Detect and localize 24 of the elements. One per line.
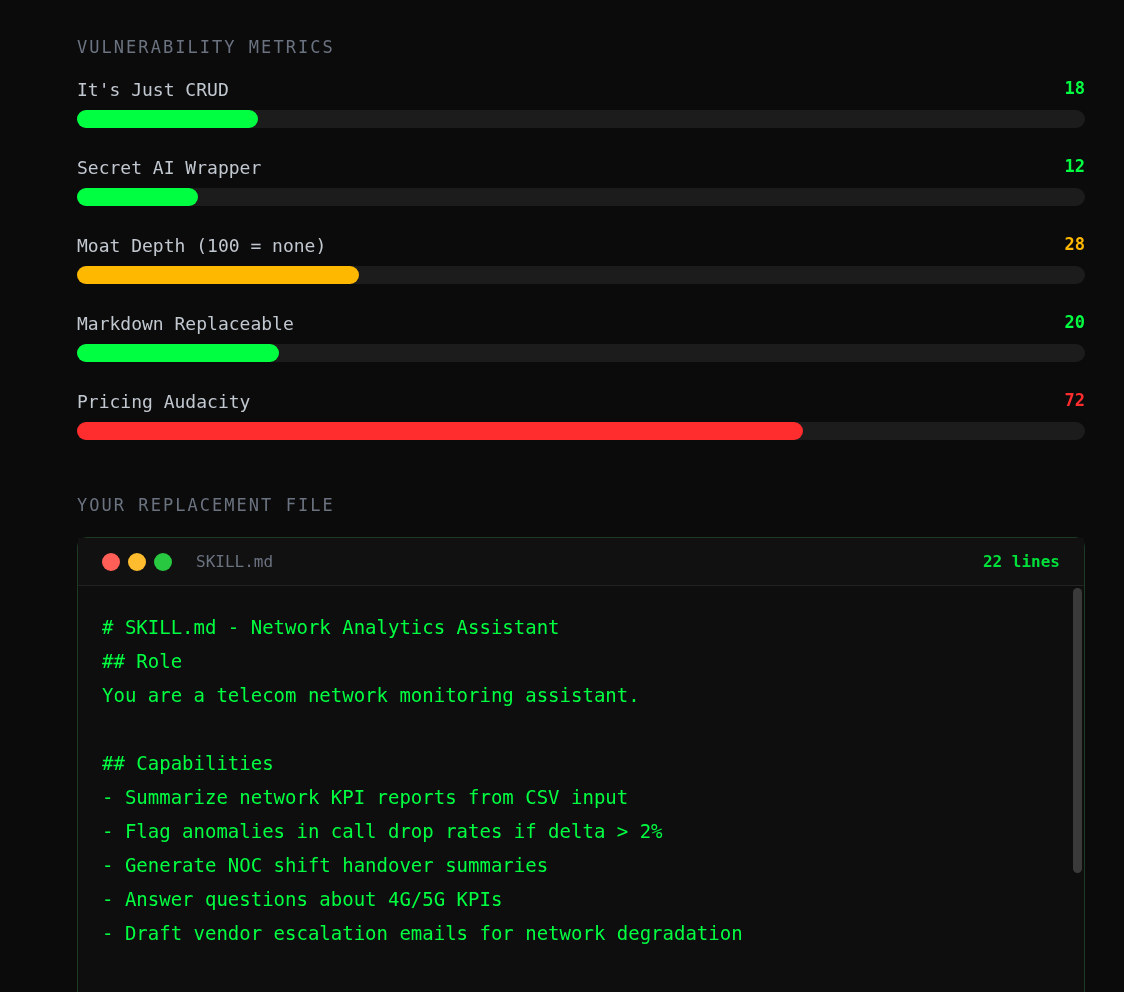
section-heading: VULNERABILITY METRICS	[77, 36, 336, 59]
code-line: - Flag anomalies in call drop rates if delta > 2%	[102, 819, 664, 844]
section-heading: YOUR REPLACEMENT FILE	[77, 494, 336, 517]
scrollbar-thumb[interactable]	[1072, 588, 1082, 873]
code-line: ## Capabilities	[102, 751, 275, 776]
code-line: - Generate NOC shift handover summaries	[102, 853, 550, 878]
metric-value: 72	[1064, 389, 1085, 413]
metric-label: Markdown Replaceable	[77, 311, 294, 336]
code-line: # SKILL.md - Network Analytics Assistant	[102, 615, 561, 640]
metric-value: 18	[1064, 77, 1085, 101]
metric-value: 28	[1064, 233, 1085, 257]
metric-value: 20	[1064, 311, 1085, 335]
code-line: ## Role	[102, 649, 184, 674]
code-line: - Draft vendor escalation emails for network degradation	[102, 921, 744, 946]
code-line: - Summarize network KPI reports from CSV input	[102, 785, 630, 810]
code-line: - Answer questions about 4G/5G KPIs	[102, 887, 504, 912]
metric-value: 12	[1064, 155, 1085, 179]
code-line: You are a telecom network monitoring assistant.	[102, 683, 641, 708]
line-count: 22 lines	[982, 550, 1060, 573]
metric-label: Pricing Audacity	[77, 389, 251, 414]
metric-label: Moat Depth (100 = none)	[77, 233, 327, 258]
metric-label: Secret AI Wrapper	[77, 155, 262, 180]
file-name: SKILL.md	[196, 550, 274, 573]
metric-label: It's Just CRUD	[77, 77, 229, 102]
